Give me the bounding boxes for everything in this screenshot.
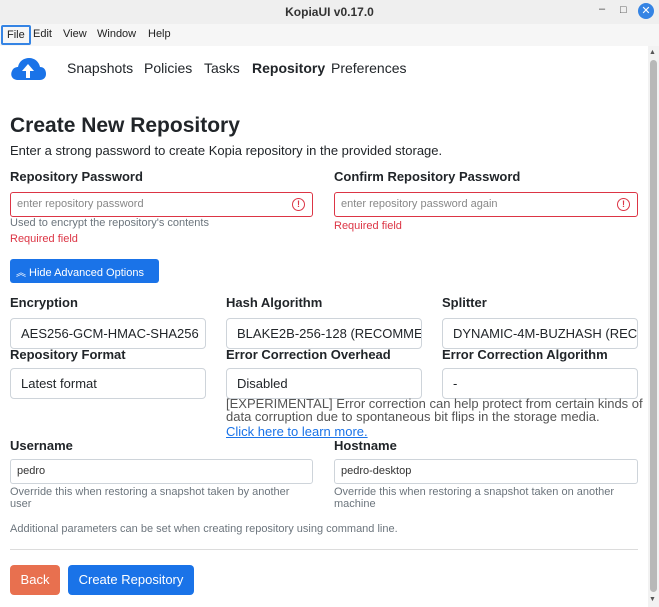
hide-advanced-options-button[interactable]: ︽ Hide Advanced Options (10, 259, 159, 283)
ecc-algorithm-select[interactable]: - (442, 368, 638, 399)
password-help: Used to encrypt the repository's content… (10, 217, 209, 229)
error-icon: ! (292, 198, 305, 211)
hostname-input[interactable]: pedro-desktop (334, 459, 638, 484)
footer-note: Additional parameters can be set when cr… (10, 523, 398, 535)
page-title: Create New Repository (10, 114, 240, 137)
username-input[interactable]: pedro (10, 459, 313, 484)
hash-algorithm-label: Hash Algorithm (226, 295, 323, 310)
maximize-icon[interactable]: □ (620, 4, 627, 16)
divider (10, 549, 638, 550)
menu-view[interactable]: View (63, 28, 87, 40)
error-icon: ! (617, 198, 630, 211)
nav-repository[interactable]: Repository (252, 60, 325, 76)
menu-bar: File Edit View Window Help (0, 24, 659, 46)
ecc-note: [EXPERIMENTAL] Error correction can help… (226, 396, 643, 424)
hide-advanced-options-label: Hide Advanced Options (29, 267, 144, 279)
repository-format-label: Repository Format (10, 347, 126, 362)
username-help: Override this when restoring a snapshot … (10, 486, 290, 510)
encryption-label: Encryption (10, 295, 78, 310)
create-repository-button[interactable]: Create Repository (68, 565, 194, 595)
username-label: Username (10, 438, 73, 453)
minimize-icon[interactable]: – (599, 3, 605, 15)
window-titlebar: KopiaUI v0.17.0 – □ ✕ (0, 0, 659, 24)
hostname-label: Hostname (334, 438, 397, 453)
encryption-select[interactable]: AES256-GCM-HMAC-SHA256 (10, 318, 206, 349)
hash-algorithm-select[interactable]: BLAKE2B-256-128 (RECOMMENDED) (226, 318, 422, 349)
password-input[interactable]: enter repository password ! (10, 192, 313, 217)
splitter-select[interactable]: DYNAMIC-4M-BUZHASH (RECOMMENDED) (442, 318, 638, 349)
splitter-label: Splitter (442, 295, 487, 310)
hostname-help: Override this when restoring a snapshot … (334, 486, 615, 510)
confirm-password-label: Confirm Repository Password (334, 169, 521, 184)
nav-policies[interactable]: Policies (144, 60, 192, 76)
menu-window[interactable]: Window (97, 28, 136, 40)
page-subtitle: Enter a strong password to create Kopia … (10, 143, 443, 158)
window-title: KopiaUI v0.17.0 (285, 5, 374, 19)
ecc-overhead-label: Error Correction Overhead (226, 347, 391, 362)
password-label: Repository Password (10, 169, 143, 184)
learn-more-link[interactable]: Click here to learn more. (226, 424, 368, 439)
repository-format-select[interactable]: Latest format (10, 368, 206, 399)
scroll-thumb[interactable] (650, 60, 657, 592)
scroll-up-icon[interactable]: ▲ (649, 49, 656, 56)
menu-help[interactable]: Help (148, 28, 171, 40)
main-content: Snapshots Policies Tasks Repository Pref… (0, 46, 648, 607)
ecc-algorithm-label: Error Correction Algorithm (442, 347, 608, 362)
nav-snapshots[interactable]: Snapshots (67, 60, 133, 76)
kopia-logo-icon[interactable] (9, 56, 47, 82)
menu-edit[interactable]: Edit (33, 28, 52, 40)
password-error: Required field (10, 233, 78, 245)
menu-file[interactable]: File (1, 25, 31, 45)
vertical-scrollbar[interactable]: ▲ ▼ (648, 46, 659, 607)
confirm-password-error: Required field (334, 220, 402, 232)
nav-tasks[interactable]: Tasks (204, 60, 240, 76)
nav-preferences[interactable]: Preferences (331, 60, 406, 76)
scroll-down-icon[interactable]: ▼ (649, 596, 656, 603)
back-button[interactable]: Back (10, 565, 60, 595)
close-icon[interactable]: ✕ (638, 3, 654, 19)
confirm-password-placeholder: enter repository password again (341, 198, 498, 210)
double-chevron-up-icon: ︽ (16, 268, 26, 279)
confirm-password-input[interactable]: enter repository password again ! (334, 192, 638, 217)
password-placeholder: enter repository password (17, 198, 144, 210)
ecc-overhead-select[interactable]: Disabled (226, 368, 422, 399)
